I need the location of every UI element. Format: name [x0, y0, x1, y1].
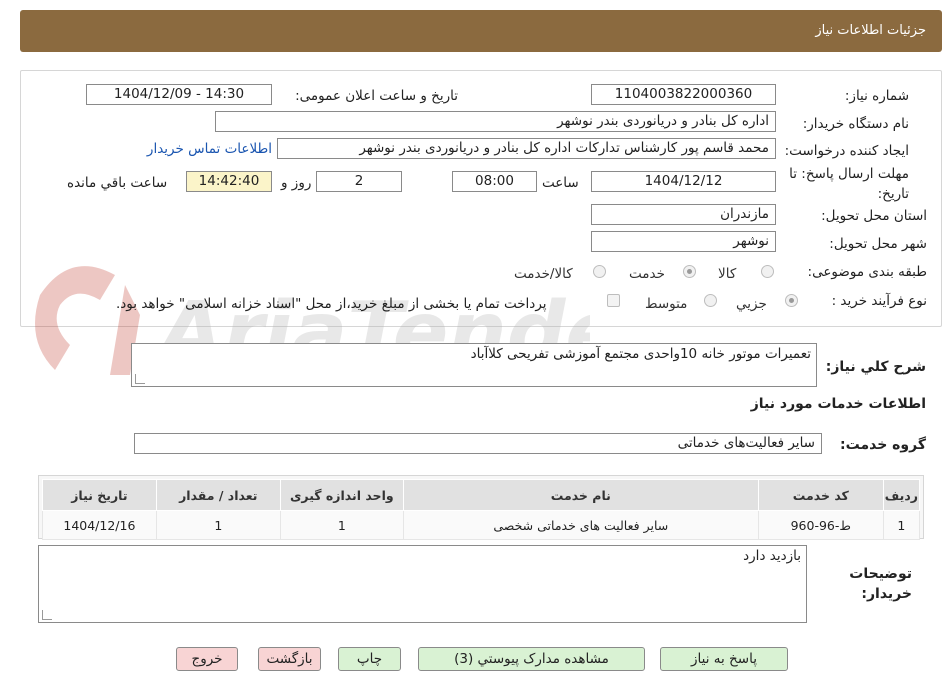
category-option-goods-service: کالا/خدمت	[514, 266, 573, 282]
deadline-time-field: 08:00	[452, 171, 537, 192]
cell-unit: 1	[279, 510, 404, 540]
category-option-service: خدمت	[629, 266, 665, 282]
buyer-contact-link[interactable]: اطلاعات تماس خریدار	[147, 141, 272, 157]
process-option-medium: متوسط	[645, 296, 688, 312]
col-header-row-number: ردیف	[882, 479, 921, 511]
category-radio-goods-service[interactable]	[593, 265, 606, 278]
category-label: طبقه بندی موضوعی:	[807, 264, 927, 280]
description-textarea[interactable]: تعمیرات موتور خانه 10واحدی مجتمع آموزشی …	[131, 343, 817, 387]
remaining-label: ساعت باقي مانده	[67, 175, 168, 191]
days-label: روز و	[281, 175, 312, 191]
col-header-quantity: تعداد / مقدار	[155, 479, 281, 511]
back-button[interactable]: بازگشت	[258, 647, 321, 671]
announce-label: تاریخ و ساعت اعلان عمومی:	[295, 88, 458, 104]
services-section-title: اطلاعات خدمات مورد نياز	[750, 396, 926, 412]
exit-button[interactable]: خروج	[176, 647, 238, 671]
col-header-service-code: کد خدمت	[757, 479, 884, 511]
table-row: 1 ط-96-960 سایر فعالیت های خدماتی شخصی 1…	[42, 510, 921, 540]
resize-handle-icon[interactable]	[135, 374, 145, 384]
service-group-field: سایر فعالیت‌های خدماتی	[134, 433, 822, 454]
page-title: جزئیات اطلاعات نیاز	[815, 23, 926, 38]
buyer-notes-label-2: خریدار:	[861, 586, 912, 602]
buyer-notes-text: بازدید دارد	[743, 548, 801, 564]
buyer-org-field: اداره کل بنادر و دریانوردی بندر نوشهر	[215, 111, 776, 132]
category-radio-goods[interactable]	[761, 265, 774, 278]
deadline-label-2: تاریخ:	[877, 186, 909, 202]
resize-handle-icon[interactable]	[42, 610, 52, 620]
buyer-notes-label: توضیحات	[849, 566, 912, 582]
buyer-org-label: نام دستگاه خریدار:	[802, 116, 909, 132]
services-table-container: ردیف کد خدمت نام خدمت واحد اندازه گیری ت…	[38, 475, 924, 540]
announce-field: 1404/12/09 - 14:30	[86, 84, 272, 105]
col-header-need-date: تاریخ نیاز	[42, 479, 157, 511]
deadline-time-label: ساعت	[542, 175, 579, 191]
deadline-date-field: 1404/12/12	[591, 171, 776, 192]
city-field: نوشهر	[591, 231, 776, 252]
print-button[interactable]: چاپ	[338, 647, 401, 671]
description-label: شرح کلي نياز:	[825, 359, 926, 375]
buyer-notes-textarea[interactable]: بازدید دارد	[38, 545, 807, 623]
process-option-minor: جزيي	[736, 296, 767, 312]
category-option-goods: کالا	[718, 266, 737, 282]
deadline-label: مهلت ارسال پاسخ: تا	[789, 166, 909, 182]
table-header-row: ردیف کد خدمت نام خدمت واحد اندازه گیری ت…	[42, 479, 921, 511]
days-field: 2	[316, 171, 402, 192]
requester-field: محمد قاسم پور کارشناس تدارکات اداره کل ب…	[277, 138, 776, 159]
cell-service-code: ط-96-960	[757, 510, 884, 540]
cell-row-number: 1	[882, 510, 921, 540]
category-radio-service[interactable]	[683, 265, 696, 278]
process-label: نوع فرآیند خرید :	[831, 293, 927, 309]
process-radio-minor[interactable]	[785, 294, 798, 307]
col-header-service-name: نام خدمت	[402, 479, 759, 511]
service-group-label: گروه خدمت:	[840, 437, 926, 453]
info-panel	[20, 70, 942, 327]
description-text: تعمیرات موتور خانه 10واحدی مجتمع آموزشی …	[470, 346, 811, 362]
view-attachments-button[interactable]: مشاهده مدارک پیوستي (3)	[418, 647, 645, 671]
remaining-time-field: 14:42:40	[186, 171, 272, 192]
requester-label: ایجاد کننده درخواست:	[784, 143, 909, 159]
services-table: ردیف کد خدمت نام خدمت واحد اندازه گیری ت…	[42, 479, 921, 540]
process-radio-medium[interactable]	[704, 294, 717, 307]
cell-need-date: 1404/12/16	[42, 510, 157, 540]
province-label: استان محل تحویل:	[821, 208, 927, 224]
col-header-unit: واحد اندازه گیری	[279, 479, 404, 511]
province-field: مازندران	[591, 204, 776, 225]
need-number-label: شماره نیاز:	[844, 88, 909, 104]
treasury-note: پرداخت تمام یا بخشی از مبلغ خرید،از محل …	[116, 296, 547, 312]
cell-quantity: 1	[155, 510, 281, 540]
reply-button[interactable]: پاسخ به نیاز	[660, 647, 788, 671]
page-header: جزئیات اطلاعات نیاز	[20, 10, 942, 52]
city-label: شهر محل تحویل:	[829, 236, 927, 252]
need-number-field: 1104003822000360	[591, 84, 776, 105]
cell-service-name: سایر فعالیت های خدماتی شخصی	[402, 510, 759, 540]
treasury-checkbox[interactable]	[607, 294, 620, 307]
